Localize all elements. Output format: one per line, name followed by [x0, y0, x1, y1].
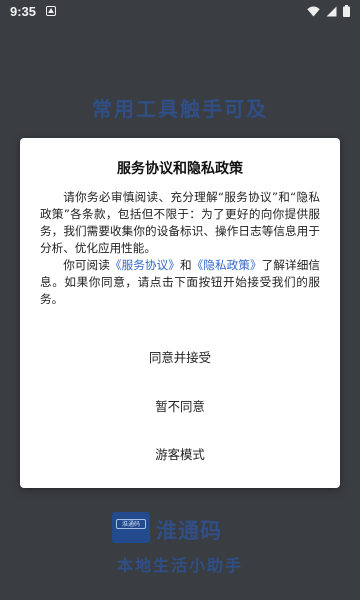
privacy-policy-link[interactable]: 《隐私政策》: [192, 258, 262, 272]
app-logo: 淮通码: [112, 512, 150, 543]
status-bar: 9:35: [0, 0, 360, 24]
agree-button[interactable]: 同意并接受: [20, 348, 340, 366]
service-agreement-link[interactable]: 《服务协议》: [110, 258, 180, 272]
paragraph-2-middle: 和: [179, 258, 192, 272]
disagree-button[interactable]: 暂不同意: [20, 397, 340, 415]
notification-icon: [46, 6, 56, 16]
paragraph-2-prefix: 你可阅读: [63, 258, 110, 272]
app-logo-text: 淮通码: [116, 519, 146, 529]
battery-icon: [343, 5, 350, 17]
wifi-icon: [307, 6, 320, 16]
headline: 常用工具触手可及: [92, 97, 268, 121]
dialog-paragraph-2: 你可阅读《服务协议》和《隐私政策》了解详细信息。如果你同意，请点击下面按钮开始接…: [40, 257, 320, 308]
dialog-body: 请你务必审慎阅读、充分理解“服务协议”和“隐私政策”各条款，包括但不限于：为了更…: [40, 189, 320, 308]
app-screen: 9:35 常用工具触手可及 服务协议和隐私政策 请你务必审慎阅读、充分理解“服务…: [0, 0, 360, 600]
status-icons: [307, 5, 350, 17]
dialog-paragraph-1: 请你务必审慎阅读、充分理解“服务协议”和“隐私政策”各条款，包括但不限于：为了更…: [40, 190, 320, 255]
consent-dialog: 服务协议和隐私政策 请你务必审慎阅读、充分理解“服务协议”和“隐私政策”各条款，…: [20, 138, 340, 488]
brand-subtitle: 本地生活小助手: [116, 556, 243, 575]
dialog-title: 服务协议和隐私政策: [117, 161, 243, 177]
status-time: 9:35: [10, 4, 37, 19]
brand-area: 淮通码 淮通码 本地生活小助手: [0, 512, 360, 592]
signal-icon: [326, 6, 337, 16]
guest-mode-button[interactable]: 游客模式: [20, 445, 340, 463]
brand-name: 淮通码: [156, 519, 222, 543]
